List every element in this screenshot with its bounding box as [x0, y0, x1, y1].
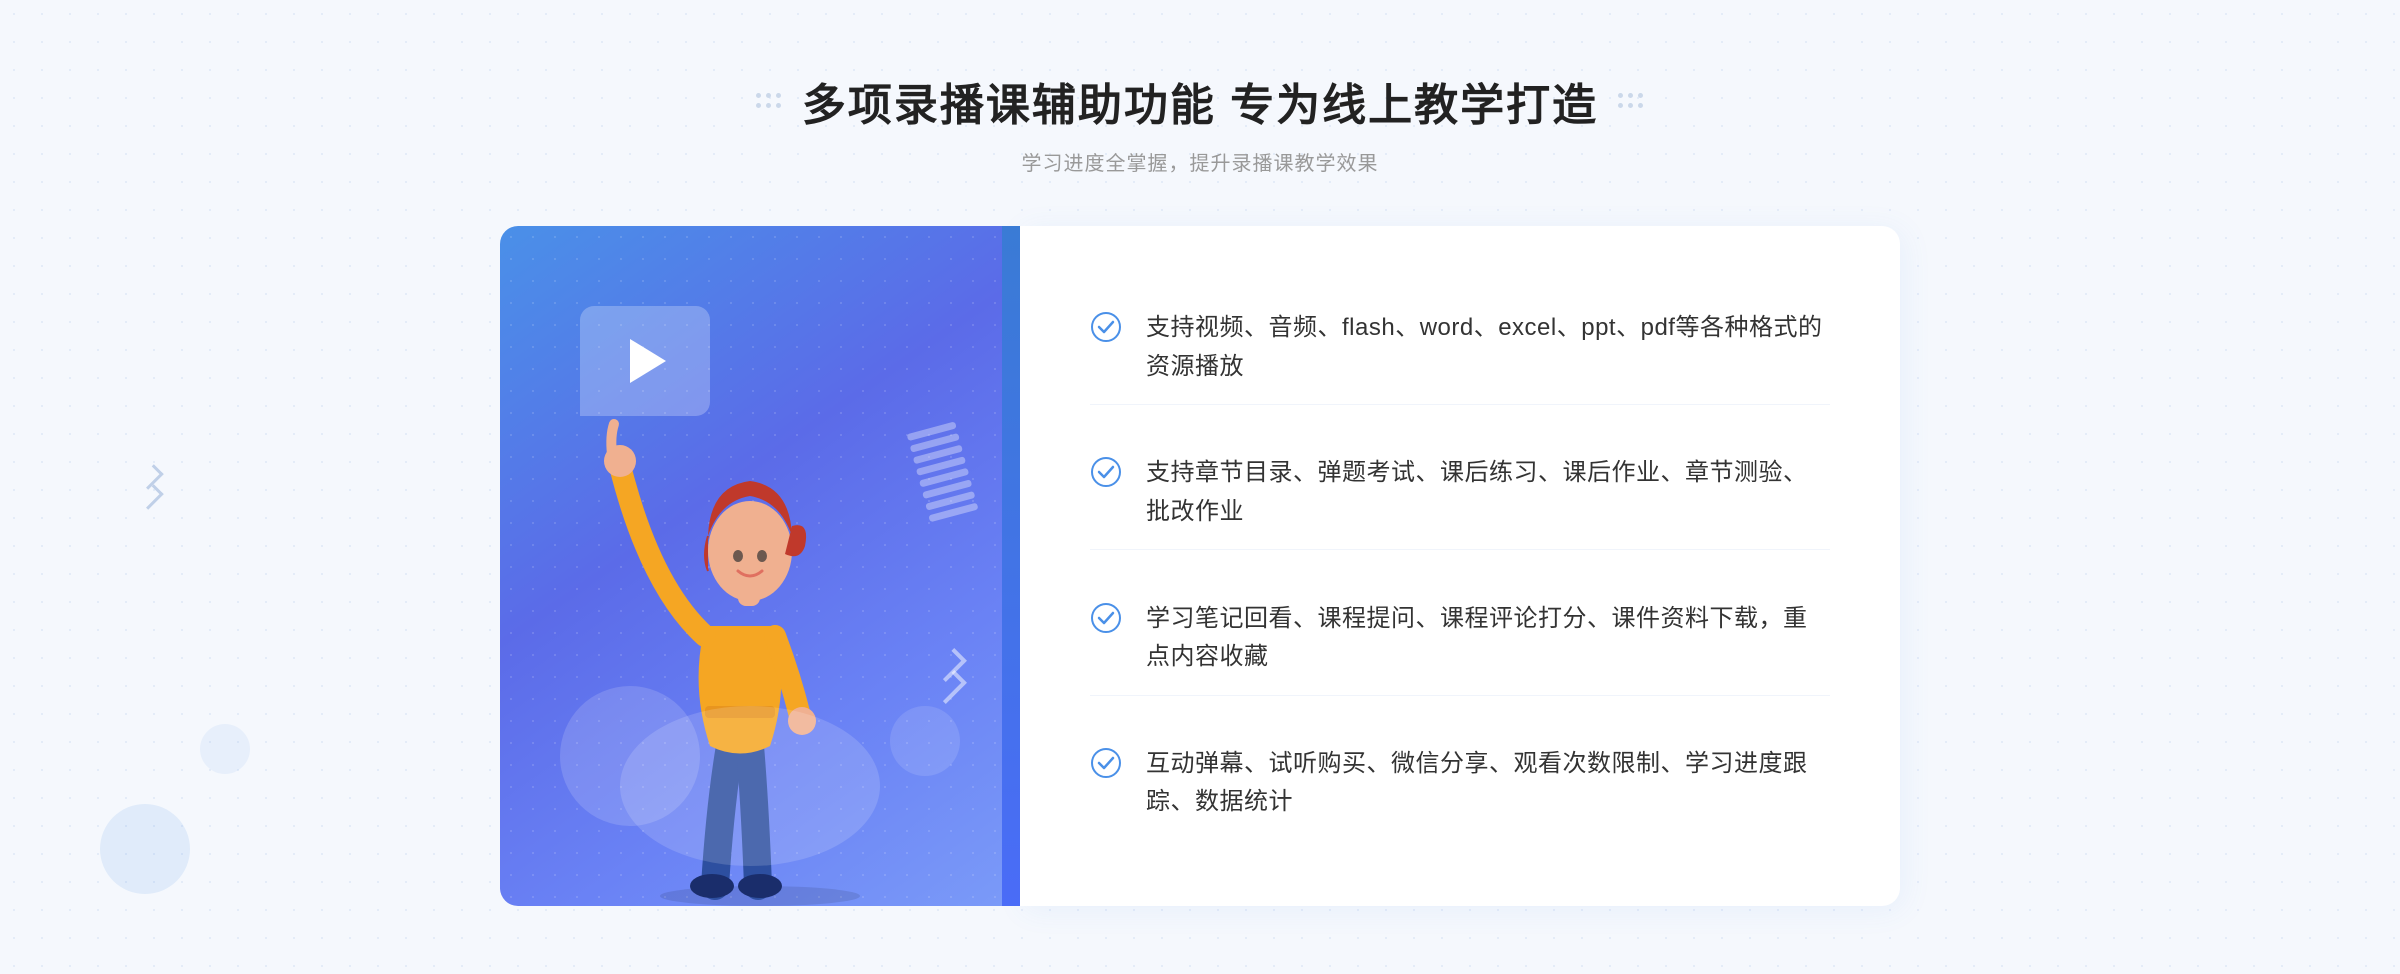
deco-chevrons-illustration [935, 656, 965, 696]
check-circle-icon-4 [1090, 747, 1122, 779]
feature-text-2: 支持章节目录、弹题考试、课后练习、课后作业、章节测验、批改作业 [1146, 454, 1830, 531]
feature-text-1: 支持视频、音频、flash、word、excel、ppt、pdf等各种格式的资源… [1146, 309, 1830, 386]
play-icon [630, 339, 666, 383]
check-circle-icon-2 [1090, 456, 1122, 488]
header-section: 多项录播课辅助功能 专为线上教学打造 学习进度全掌握，提升录播课教学效果 [756, 69, 1644, 176]
check-circle-icon-1 [1090, 311, 1122, 343]
page-subtitle: 学习进度全掌握，提升录播课教学效果 [756, 147, 1644, 176]
page-title: 多项录播课辅助功能 专为线上教学打造 [802, 69, 1598, 133]
feature-item-1: 支持视频、音频、flash、word、excel、ppt、pdf等各种格式的资源… [1090, 291, 1830, 405]
play-bubble [580, 306, 710, 416]
page-wrapper: 多项录播课辅助功能 专为线上教学打造 学习进度全掌握，提升录播课教学效果 [0, 0, 2400, 974]
left-decorative-chevrons [140, 470, 162, 504]
features-panel: 支持视频、音频、flash、word、excel、ppt、pdf等各种格式的资源… [1020, 226, 1900, 906]
feature-item-4: 互动弹幕、试听购买、微信分享、观看次数限制、学习进度跟踪、数据统计 [1090, 727, 1830, 840]
feature-item-3: 学习笔记回看、课程提问、课程评论打分、课件资料下载，重点内容收藏 [1090, 582, 1830, 696]
blue-side-bar [1002, 226, 1020, 906]
figure-illustration [590, 406, 930, 906]
title-row: 多项录播课辅助功能 专为线上教学打造 [756, 69, 1644, 133]
feature-text-3: 学习笔记回看、课程提问、课程评论打分、课件资料下载，重点内容收藏 [1146, 600, 1830, 677]
illustration-panel [500, 226, 1020, 906]
feature-text-4: 互动弹幕、试听购买、微信分享、观看次数限制、学习进度跟踪、数据统计 [1146, 745, 1830, 822]
feature-item-2: 支持章节目录、弹题考试、课后练习、课后作业、章节测验、批改作业 [1090, 436, 1830, 550]
chevron-left-icon [138, 484, 163, 509]
content-area: 支持视频、音频、flash、word、excel、ppt、pdf等各种格式的资源… [500, 226, 1900, 906]
check-circle-icon-3 [1090, 602, 1122, 634]
deco-grid-left [756, 93, 782, 109]
deco-circle-bottom-left [100, 804, 190, 894]
deco-grid-right [1618, 93, 1644, 109]
deco-circle-bottom-left-sm [200, 724, 250, 774]
